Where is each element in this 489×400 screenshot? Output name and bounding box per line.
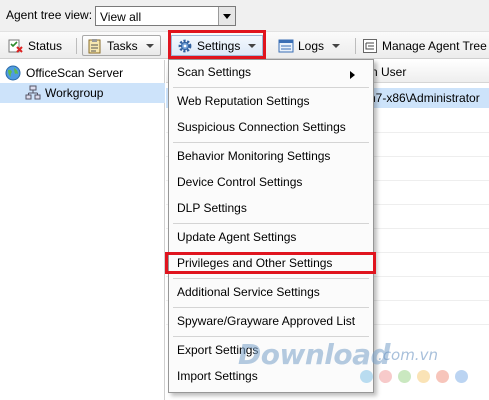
submenu-arrow-icon	[350, 71, 355, 79]
agent-tree-view-label: Agent tree view:	[6, 8, 93, 22]
tree-node-label: Workgroup	[45, 86, 104, 100]
menu-separator	[173, 307, 369, 308]
status-button-label: Status	[28, 38, 63, 53]
chevron-down-icon	[145, 43, 154, 48]
network-group-icon	[25, 85, 41, 101]
globe-icon	[5, 65, 21, 81]
toolbar-divider	[355, 38, 356, 54]
agent-tree: OfficeScan Server Workgroup	[0, 60, 165, 400]
menu-item-web-reputation[interactable]: Web Reputation Settings	[177, 92, 310, 110]
agent-tree-view-select[interactable]: View all	[95, 6, 236, 26]
menu-item-update-agent[interactable]: Update Agent Settings	[177, 228, 296, 246]
chevron-down-icon	[332, 43, 341, 48]
watermark-dot	[455, 370, 468, 383]
menu-separator	[173, 142, 369, 143]
grid-column-user[interactable]: n User	[371, 65, 406, 79]
settings-highlight-box	[168, 30, 266, 59]
menu-separator	[173, 223, 369, 224]
download-watermark-tld: .com.vn	[378, 346, 438, 364]
logs-button[interactable]: Logs	[278, 35, 341, 56]
menu-separator	[173, 278, 369, 279]
watermark-dot	[360, 370, 373, 383]
grid-cell-user: n7-x86\Administrator	[369, 91, 480, 105]
tree-node-officescan-server[interactable]: OfficeScan Server	[5, 63, 123, 83]
watermark-dot	[417, 370, 430, 383]
menu-item-scan-settings[interactable]: Scan Settings	[177, 63, 365, 81]
manage-agent-tree-button[interactable]: Manage Agent Tree	[362, 35, 487, 56]
manage-agent-tree-label: Manage Agent Tree	[382, 38, 487, 53]
tasks-icon	[87, 38, 103, 54]
menu-item-suspicious-connection[interactable]: Suspicious Connection Settings	[177, 118, 346, 136]
watermark-dot	[436, 370, 449, 383]
privileges-highlight-box	[165, 252, 376, 274]
toolbar-divider	[76, 38, 77, 54]
watermark-dot	[398, 370, 411, 383]
chevron-down-icon[interactable]	[218, 7, 235, 25]
status-icon	[8, 38, 24, 54]
tasks-button[interactable]: Tasks	[82, 35, 161, 56]
menu-item-behavior-monitoring[interactable]: Behavior Monitoring Settings	[177, 147, 330, 165]
tree-node-label: OfficeScan Server	[26, 66, 124, 80]
download-watermark: Download	[238, 338, 391, 371]
logs-icon	[278, 38, 294, 54]
tree-node-workgroup[interactable]: Workgroup	[0, 83, 165, 103]
menu-item-label: Scan Settings	[177, 65, 252, 79]
status-button[interactable]: Status	[8, 35, 62, 56]
menu-item-dlp-settings[interactable]: DLP Settings	[177, 199, 247, 217]
menu-item-device-control[interactable]: Device Control Settings	[177, 173, 302, 191]
manage-tree-icon	[362, 38, 378, 54]
agent-tree-view-select-value: View all	[100, 10, 142, 24]
logs-button-label: Logs	[298, 38, 325, 53]
menu-separator	[173, 87, 369, 88]
watermark-dot	[379, 370, 392, 383]
menu-item-spyware-approved-list[interactable]: Spyware/Grayware Approved List	[177, 312, 355, 330]
tasks-button-label: Tasks	[107, 38, 138, 53]
menu-separator	[173, 336, 369, 337]
menu-item-additional-service[interactable]: Additional Service Settings	[177, 283, 320, 301]
